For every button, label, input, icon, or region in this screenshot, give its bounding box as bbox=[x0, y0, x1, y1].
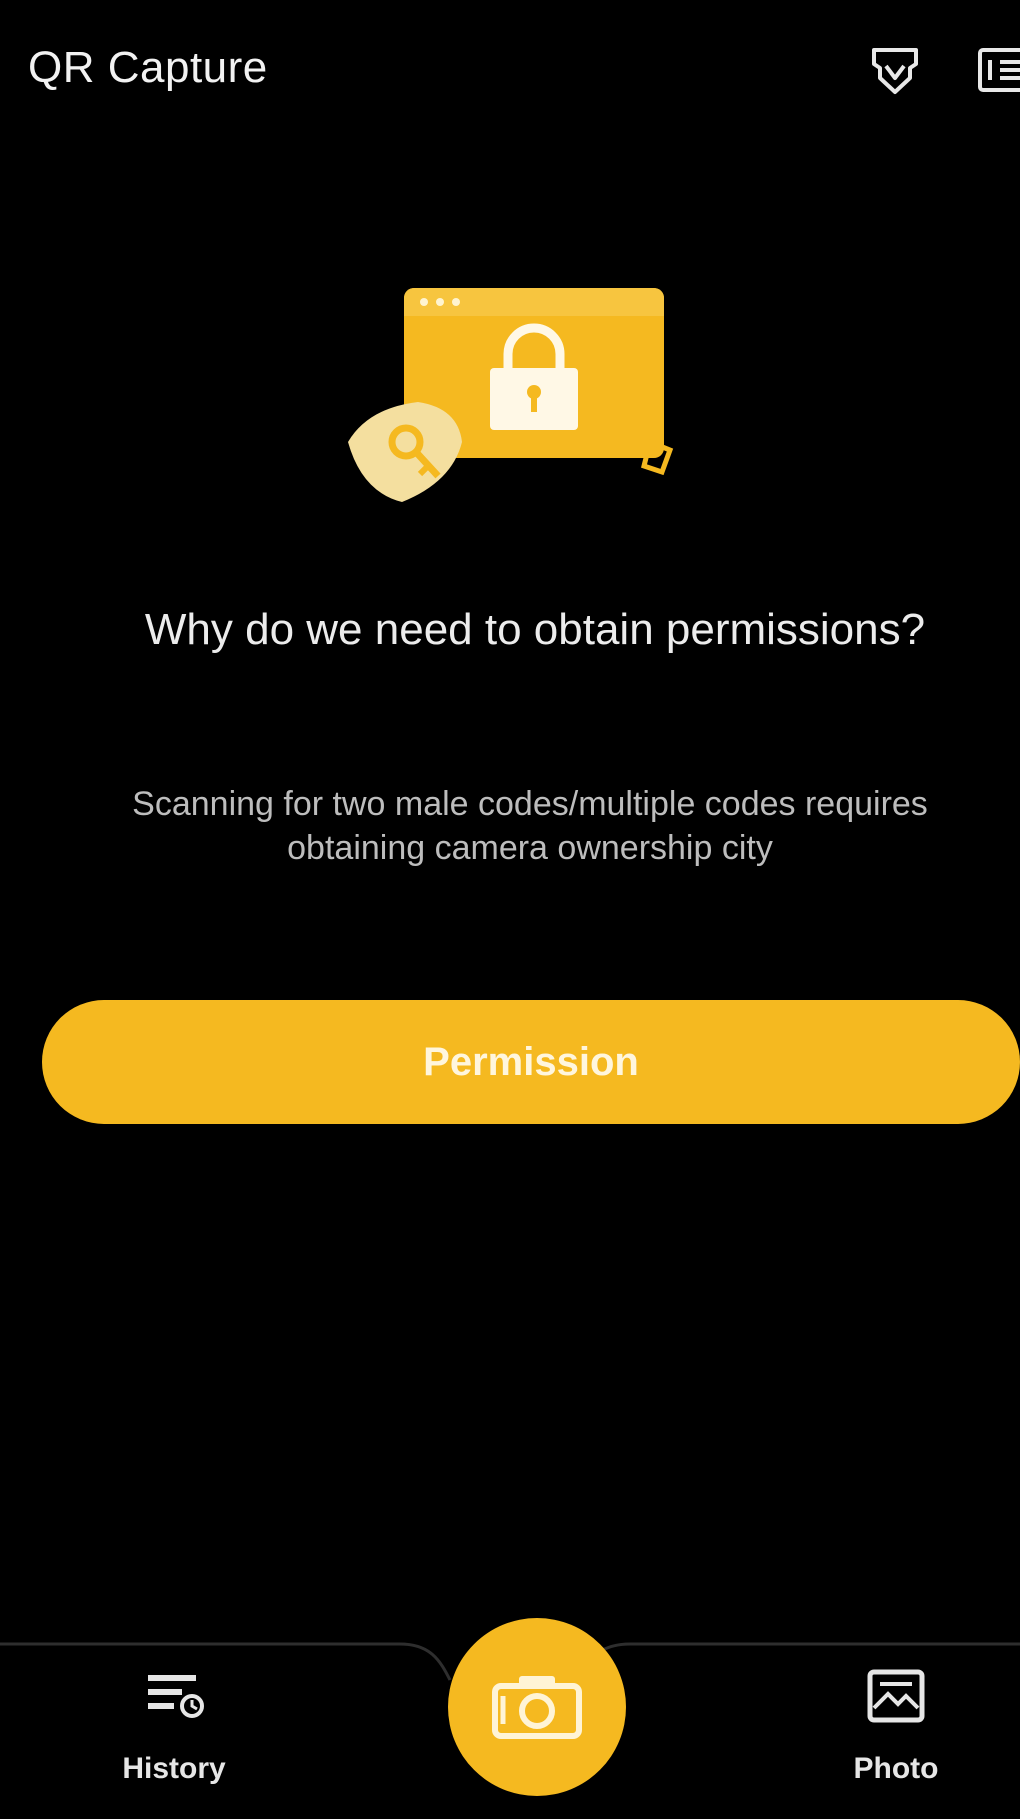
camera-icon bbox=[492, 1676, 582, 1739]
nav-photo[interactable]: Photo bbox=[796, 1668, 996, 1786]
permission-illustration bbox=[348, 288, 674, 502]
nav-history[interactable]: History bbox=[74, 1668, 274, 1786]
nav-history-label: History bbox=[122, 1752, 226, 1785]
history-icon bbox=[148, 1675, 204, 1718]
camera-button[interactable] bbox=[448, 1618, 626, 1796]
nav-photo-label: Photo bbox=[853, 1752, 939, 1785]
app-title: QR Capture bbox=[28, 43, 268, 92]
permission-button[interactable]: Permission bbox=[42, 1000, 1020, 1124]
menu-icon[interactable] bbox=[976, 40, 1020, 102]
permission-heading: Why do we need to obtain permissions? bbox=[144, 605, 926, 654]
key-shield-icon bbox=[348, 402, 462, 502]
photo-icon bbox=[867, 1669, 925, 1723]
permission-description: Scanning for two male codes/multiple cod… bbox=[132, 785, 928, 867]
vip-icon[interactable] bbox=[864, 40, 926, 102]
